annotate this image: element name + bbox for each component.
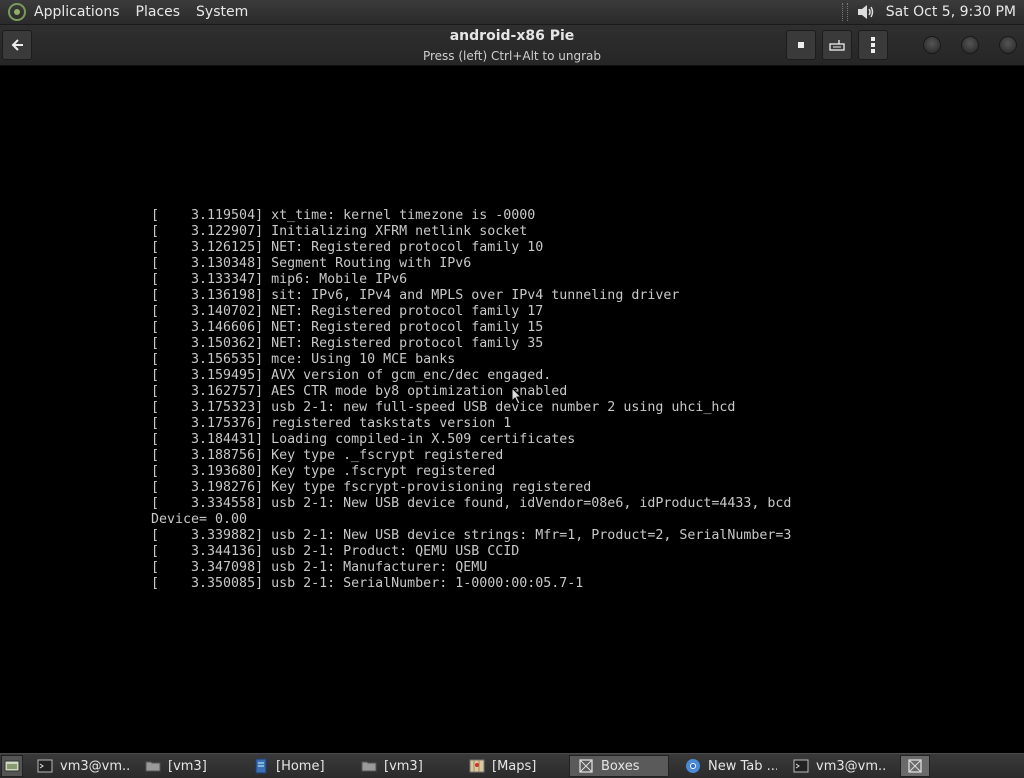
stop-icon (798, 42, 804, 48)
taskbar-item-label: Boxes (601, 758, 640, 774)
taskbar-item-label: vm3@vm... (816, 758, 885, 774)
boxes-header-bar: android-x86 Pie Press (left) Ctrl+Alt to… (0, 25, 1024, 66)
console-line: [ 3.175323] usb 2-1: new full-speed USB … (151, 400, 736, 415)
console-line: [ 3.162757] AES CTR mode by8 optimizatio… (151, 384, 568, 399)
mouse-cursor-icon (511, 387, 523, 405)
folder-icon (361, 758, 377, 774)
taskbar-item[interactable]: Boxes (569, 755, 669, 777)
system-menu[interactable]: System (196, 4, 248, 20)
maximize-button[interactable] (961, 36, 979, 54)
console-line: [ 3.350085] usb 2-1: SerialNumber: 1-000… (151, 576, 584, 591)
keyboard-button[interactable] (822, 30, 852, 60)
taskbar-item[interactable]: vm3@vm... (29, 755, 129, 777)
kebab-menu-icon (871, 37, 875, 53)
taskbar-item-label: [vm3] (384, 758, 423, 774)
back-button[interactable] (2, 30, 32, 60)
terminal-icon (37, 758, 53, 774)
bottom-taskbar: vm3@vm... [vm3] [Home] [vm3] [Maps] Boxes New … (0, 753, 1024, 778)
console-line: [ 3.122907] Initializing XFRM netlink so… (151, 224, 528, 239)
console-line: [ 3.339882] usb 2-1: New USB device stri… (151, 528, 792, 543)
maps-icon (469, 758, 485, 774)
console-line: [ 3.150362] NET: Registered protocol fam… (151, 336, 544, 351)
console-line: [ 3.126125] NET: Registered protocol fam… (151, 240, 544, 255)
minimize-button[interactable] (923, 36, 941, 54)
console-line: [ 3.193680] Key type .fscrypt registered (151, 464, 496, 479)
console-line: [ 3.198276] Key type fscrypt-provisionin… (151, 480, 592, 495)
console-line: [ 3.188756] Key type ._fscrypt registere… (151, 448, 504, 463)
taskbar-item[interactable]: [Home] (245, 755, 345, 777)
taskbar-item[interactable]: [Maps] (461, 755, 561, 777)
keyboard-icon (829, 40, 845, 51)
clock[interactable]: Sat Oct 5, 9:30 PM (886, 4, 1016, 20)
console-line: [ 3.146606] NET: Registered protocol fam… (151, 320, 544, 335)
console-line: [ 3.136198] sit: IPv6, IPv4 and MPLS ove… (151, 288, 680, 303)
top-panel: Applications Places System Sat Oct 5, 9:… (0, 0, 1024, 25)
panel-tray: Sat Oct 5, 9:30 PM (841, 3, 1020, 21)
taskbar-item-label: New Tab ... (708, 758, 777, 774)
console-line: [ 3.344136] usb 2-1: Product: QEMU USB C… (151, 544, 520, 559)
show-desktop-button[interactable] (1, 755, 23, 777)
back-arrow-icon (11, 39, 23, 51)
taskbar-item[interactable]: [vm3] (137, 755, 237, 777)
taskbar-item[interactable]: [vm3] (353, 755, 453, 777)
workspace-switcher[interactable] (900, 755, 930, 777)
browser-icon (685, 758, 701, 774)
console-line: [ 3.140702] NET: Registered protocol fam… (151, 304, 544, 319)
volume-icon[interactable] (856, 3, 876, 21)
task-list: vm3@vm... [vm3] [Home] [vm3] [Maps] Boxes New … (29, 755, 893, 777)
applications-menu[interactable]: Applications (34, 4, 120, 20)
taskbar-item-label: [Maps] (492, 758, 537, 774)
taskbar-item-label: [Home] (276, 758, 325, 774)
terminal-icon (793, 758, 809, 774)
console-line: [ 3.156535] mce: Using 10 MCE banks (151, 352, 456, 367)
console-line: [ 3.130348] Segment Routing with IPv6 (151, 256, 472, 271)
close-button[interactable] (999, 36, 1017, 54)
places-menu[interactable]: Places (136, 4, 181, 20)
menu-button[interactable] (858, 30, 888, 60)
workspace-icon (908, 759, 922, 773)
boxes-icon (578, 758, 594, 774)
taskbar-item[interactable]: New Tab ... (677, 755, 777, 777)
panel-handle (841, 3, 848, 21)
console-line: [ 3.133347] mip6: Mobile IPv6 (151, 272, 408, 287)
console-line: Device= 0.00 (151, 512, 248, 527)
console-line: [ 3.119504] xt_time: kernel timezone is … (151, 208, 536, 223)
console-line: [ 3.347098] usb 2-1: Manufacturer: QEMU (151, 560, 488, 575)
folder-icon (145, 758, 161, 774)
console-line: [ 3.175376] registered taskstats version… (151, 416, 512, 431)
document-icon (253, 758, 269, 774)
stop-button[interactable] (786, 30, 816, 60)
show-desktop-icon (4, 760, 20, 772)
taskbar-item-label: vm3@vm... (60, 758, 129, 774)
distro-logo-icon[interactable] (8, 3, 26, 21)
vm-console-output[interactable]: [ 3.119504] xt_time: kernel timezone is … (151, 208, 1011, 592)
taskbar-item[interactable]: vm3@vm... (785, 755, 885, 777)
console-line: [ 3.159495] AVX version of gcm_enc/dec e… (151, 368, 552, 383)
taskbar-item-label: [vm3] (168, 758, 207, 774)
console-line: [ 3.334558] usb 2-1: New USB device foun… (151, 496, 792, 511)
console-line: [ 3.184431] Loading compiled-in X.509 ce… (151, 432, 576, 447)
